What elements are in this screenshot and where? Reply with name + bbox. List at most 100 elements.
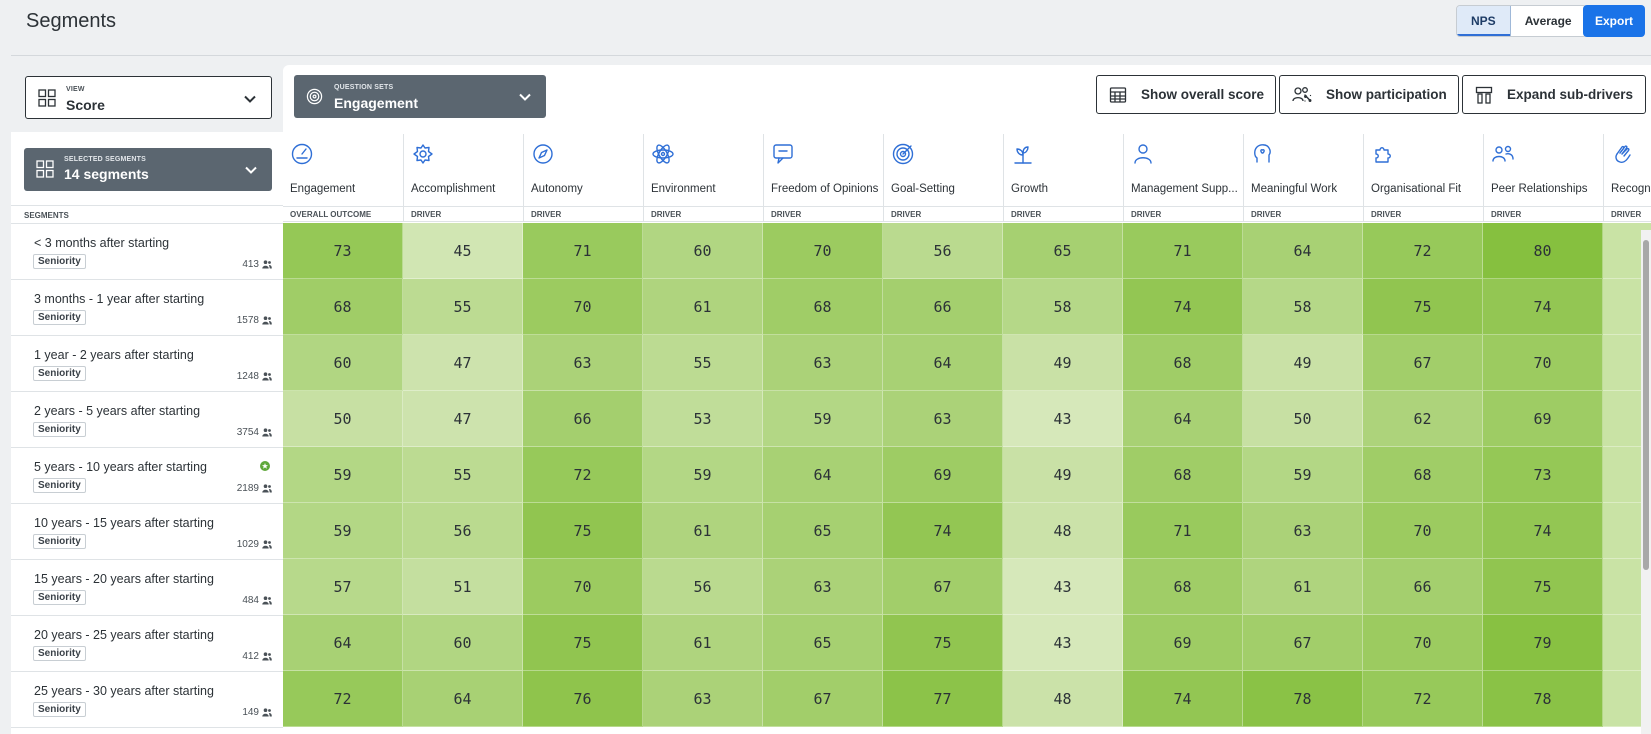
score-cell[interactable]: 50 xyxy=(1243,391,1363,447)
score-cell[interactable]: 49 xyxy=(1003,447,1123,503)
score-cell[interactable]: 63 xyxy=(1243,503,1363,559)
score-cell[interactable]: 64 xyxy=(1243,223,1363,279)
score-cell[interactable]: 63 xyxy=(763,559,883,615)
segment-row[interactable]: 1 year - 2 years after starting Seniority… xyxy=(11,336,283,392)
score-cell[interactable]: 68 xyxy=(1123,447,1243,503)
score-cell[interactable]: 57 xyxy=(283,559,403,615)
column-header[interactable]: Growth DRIVER xyxy=(1003,134,1123,222)
score-cell[interactable]: 78 xyxy=(1243,671,1363,727)
expand-sub-drivers-button[interactable]: Expand sub-drivers xyxy=(1462,75,1646,114)
score-cell[interactable]: 69 xyxy=(1483,391,1603,447)
score-cell[interactable]: 71 xyxy=(1123,223,1243,279)
score-cell[interactable]: 55 xyxy=(403,447,523,503)
average-option[interactable]: Average xyxy=(1511,6,1586,36)
score-cell[interactable]: 75 xyxy=(883,615,1003,671)
score-cell[interactable]: 64 xyxy=(763,447,883,503)
score-cell[interactable]: 66 xyxy=(523,391,643,447)
score-cell[interactable]: 65 xyxy=(763,615,883,671)
score-cell[interactable]: 43 xyxy=(1003,391,1123,447)
score-cell[interactable]: 59 xyxy=(283,503,403,559)
segment-row[interactable]: 15 years - 20 years after starting Senior… xyxy=(11,560,283,616)
score-cell[interactable]: 63 xyxy=(523,335,643,391)
score-cell[interactable]: 68 xyxy=(1123,335,1243,391)
segment-row[interactable]: 3 months - 1 year after starting Seniorit… xyxy=(11,280,283,336)
segment-row[interactable]: 5 years - 10 years after starting Seniori… xyxy=(11,448,283,504)
segment-row[interactable]: 10 years - 15 years after starting Senior… xyxy=(11,504,283,560)
favorite-star-icon[interactable] xyxy=(260,461,270,471)
score-cell[interactable]: 70 xyxy=(763,223,883,279)
score-cell[interactable]: 55 xyxy=(643,335,763,391)
score-cell[interactable]: 62 xyxy=(1363,391,1483,447)
score-cell[interactable]: 68 xyxy=(1363,447,1483,503)
score-mode-toggle[interactable]: NPS Average xyxy=(1456,5,1587,37)
score-cell[interactable]: 56 xyxy=(403,503,523,559)
score-cell[interactable]: 60 xyxy=(403,615,523,671)
score-cell[interactable]: 70 xyxy=(1363,615,1483,671)
score-cell[interactable]: 76 xyxy=(523,671,643,727)
score-cell[interactable]: 49 xyxy=(1243,335,1363,391)
column-header[interactable]: Recogni DRIVER xyxy=(1603,134,1651,222)
score-cell[interactable]: 78 xyxy=(1483,671,1603,727)
score-cell[interactable]: 68 xyxy=(763,279,883,335)
score-cell[interactable]: 59 xyxy=(643,447,763,503)
score-cell[interactable]: 77 xyxy=(883,671,1003,727)
score-cell[interactable]: 60 xyxy=(283,335,403,391)
score-cell[interactable]: 45 xyxy=(403,223,523,279)
export-button[interactable]: Export xyxy=(1583,5,1645,37)
score-cell[interactable]: 51 xyxy=(403,559,523,615)
score-cell[interactable]: 75 xyxy=(523,503,643,559)
score-cell[interactable]: 72 xyxy=(523,447,643,503)
score-cell[interactable]: 73 xyxy=(1483,447,1603,503)
score-cell[interactable]: 67 xyxy=(1363,335,1483,391)
question-sets-select[interactable]: QUESTION SETS Engagement xyxy=(294,75,546,118)
nps-option[interactable]: NPS xyxy=(1457,6,1511,36)
score-cell[interactable]: 72 xyxy=(283,671,403,727)
score-cell[interactable]: 63 xyxy=(643,671,763,727)
score-cell[interactable]: 59 xyxy=(283,447,403,503)
selected-segments-select[interactable]: SELECTED SEGMENTS 14 segments xyxy=(24,148,272,191)
column-header[interactable]: Autonomy DRIVER xyxy=(523,134,643,222)
score-cell[interactable]: 63 xyxy=(883,391,1003,447)
score-cell[interactable]: 68 xyxy=(283,279,403,335)
column-header[interactable]: Freedom of Opinions DRIVER xyxy=(763,134,883,222)
segment-row[interactable]: 25 years - 30 years after starting Senior… xyxy=(11,672,283,728)
segment-row[interactable]: 20 years - 25 years after starting Senior… xyxy=(11,616,283,672)
column-header[interactable]: Organisational Fit DRIVER xyxy=(1363,134,1483,222)
score-cell[interactable]: 47 xyxy=(403,335,523,391)
score-cell[interactable]: 79 xyxy=(1483,615,1603,671)
score-cell[interactable]: 70 xyxy=(523,559,643,615)
score-cell[interactable]: 67 xyxy=(883,559,1003,615)
score-cell[interactable]: 70 xyxy=(523,279,643,335)
column-header[interactable]: Environment DRIVER xyxy=(643,134,763,222)
vertical-scrollbar[interactable] xyxy=(1641,230,1651,734)
score-cell[interactable]: 72 xyxy=(1363,671,1483,727)
show-overall-score-button[interactable]: Show overall score xyxy=(1096,75,1276,114)
score-cell[interactable]: 80 xyxy=(1483,223,1603,279)
score-cell[interactable]: 49 xyxy=(1003,335,1123,391)
score-cell[interactable]: 56 xyxy=(883,223,1003,279)
score-cell[interactable]: 60 xyxy=(643,223,763,279)
score-cell[interactable]: 75 xyxy=(1483,559,1603,615)
score-cell[interactable]: 75 xyxy=(1363,279,1483,335)
score-cell[interactable]: 64 xyxy=(883,335,1003,391)
score-cell[interactable]: 74 xyxy=(1483,503,1603,559)
score-cell[interactable]: 70 xyxy=(1483,335,1603,391)
score-cell[interactable]: 70 xyxy=(1363,503,1483,559)
score-cell[interactable]: 73 xyxy=(283,223,403,279)
score-cell[interactable]: 64 xyxy=(403,671,523,727)
score-cell[interactable]: 66 xyxy=(1363,559,1483,615)
column-header[interactable]: Peer Relationships DRIVER xyxy=(1483,134,1603,222)
score-cell[interactable]: 68 xyxy=(1123,559,1243,615)
score-cell[interactable]: 58 xyxy=(1243,279,1363,335)
score-cell[interactable]: 59 xyxy=(763,391,883,447)
score-cell[interactable]: 69 xyxy=(1123,615,1243,671)
view-select[interactable]: VIEW Score xyxy=(25,76,272,119)
score-cell[interactable]: 65 xyxy=(1003,223,1123,279)
score-cell[interactable]: 61 xyxy=(643,503,763,559)
score-cell[interactable]: 59 xyxy=(1243,447,1363,503)
score-cell[interactable]: 56 xyxy=(643,559,763,615)
score-cell[interactable]: 63 xyxy=(763,335,883,391)
score-cell[interactable]: 58 xyxy=(1003,279,1123,335)
score-cell[interactable]: 61 xyxy=(1243,559,1363,615)
score-cell[interactable]: 75 xyxy=(523,615,643,671)
